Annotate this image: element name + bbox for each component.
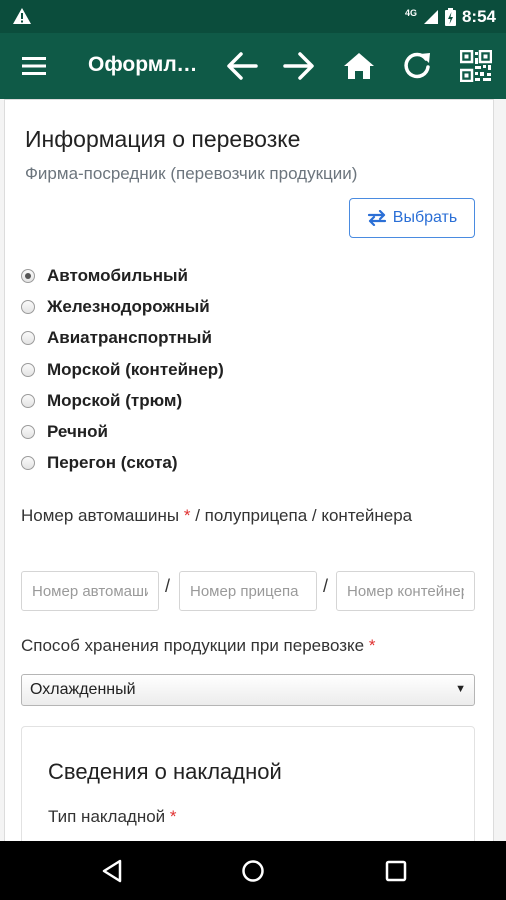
page-title: Оформление ВСД xyxy=(88,53,206,76)
qr-code-icon xyxy=(460,50,492,82)
radio-button[interactable] xyxy=(21,299,35,314)
input-separator: / xyxy=(165,576,171,596)
status-bar: 4G 8:54 xyxy=(0,0,506,33)
signal-icon xyxy=(423,10,438,24)
radio-option[interactable]: Морской (трюм) xyxy=(21,385,224,416)
dropdown-arrow-icon: ▼ xyxy=(455,683,466,695)
radio-option[interactable]: Морской (контейнер) xyxy=(21,354,224,385)
required-mark: * xyxy=(183,506,191,525)
radio-label: Морской (контейнер) xyxy=(47,359,224,379)
nav-back-button[interactable] xyxy=(96,855,128,887)
forward-button[interactable] xyxy=(280,48,318,84)
radio-button-selected[interactable] xyxy=(21,268,35,283)
refresh-button[interactable] xyxy=(398,48,436,84)
section-title: Информация о перевозке xyxy=(25,126,301,152)
container-number-input[interactable] xyxy=(336,571,475,611)
clock: 8:54 xyxy=(461,7,496,26)
arrow-left-icon xyxy=(227,52,258,80)
transport-info-card: Информация о перевозке Фирма-посредник (… xyxy=(4,99,494,841)
radio-button[interactable] xyxy=(21,456,35,471)
qr-code-button[interactable] xyxy=(457,48,495,84)
battery-icon xyxy=(444,8,456,26)
warning-icon xyxy=(13,8,31,24)
intermediary-label: Фирма-посредник (перевозчик продукции) xyxy=(25,164,358,183)
required-mark: * xyxy=(169,807,177,826)
storage-method-select[interactable]: Охлажденный ▼ xyxy=(21,674,475,706)
radio-label: Автомобильный xyxy=(47,265,188,285)
back-button[interactable] xyxy=(223,48,261,84)
vehicle-number-label: Номер автомашины * / полуприцепа / конте… xyxy=(21,500,461,532)
home-button[interactable] xyxy=(340,48,378,84)
radio-option[interactable]: Авиатранспортный xyxy=(21,323,224,354)
radio-option[interactable]: Автомобильный xyxy=(21,260,224,291)
radio-label: Морской (трюм) xyxy=(47,390,183,410)
storage-method-label: Способ хранения продукции при перевозке … xyxy=(21,636,375,656)
radio-button[interactable] xyxy=(21,362,35,377)
radio-label: Авиатранспортный xyxy=(47,328,212,348)
radio-label: Речной xyxy=(47,422,108,442)
radio-option[interactable]: Железнодорожный xyxy=(21,291,224,322)
radio-label: Железнодорожный xyxy=(47,296,210,316)
navigation-bar xyxy=(0,841,506,900)
main-content: Информация о перевозке Фирма-посредник (… xyxy=(0,99,506,841)
nav-home-button[interactable] xyxy=(237,855,269,887)
storage-selected-value: Охлажденный xyxy=(30,681,136,698)
trailer-number-input[interactable] xyxy=(179,571,317,611)
radio-button[interactable] xyxy=(21,393,35,408)
arrow-right-icon xyxy=(283,52,314,80)
radio-label: Перегон (скота) xyxy=(47,453,178,473)
choose-carrier-button[interactable]: Выбрать xyxy=(349,198,475,238)
choose-button-label: Выбрать xyxy=(392,209,458,226)
invoice-title: Сведения о накладной xyxy=(48,759,282,784)
radio-button[interactable] xyxy=(21,331,35,346)
vehicle-label-text: Номер автомашины xyxy=(21,506,180,525)
refresh-icon xyxy=(404,52,430,79)
input-separator: / xyxy=(323,576,329,596)
menu-icon[interactable] xyxy=(20,53,48,79)
required-mark: * xyxy=(368,636,376,655)
radio-option[interactable]: Речной xyxy=(21,416,224,447)
square-recents-icon xyxy=(385,860,407,882)
swap-icon xyxy=(367,210,386,226)
nav-recents-button[interactable] xyxy=(380,855,412,887)
invoice-card: Сведения о накладной Тип накладной * xyxy=(21,726,475,841)
car-number-input[interactable] xyxy=(21,571,159,611)
triangle-back-icon xyxy=(102,859,122,883)
home-icon xyxy=(344,53,374,79)
transport-type-group: Автомобильный Железнодорожный Авиатрансп… xyxy=(21,260,224,479)
circle-home-icon xyxy=(242,860,264,882)
app-toolbar: Оформление ВСД xyxy=(0,33,506,99)
network-type: 4G xyxy=(404,8,417,18)
invoice-type-text: Тип накладной xyxy=(48,807,166,826)
radio-option[interactable]: Перегон (скота) xyxy=(21,448,224,479)
invoice-type-label: Тип накладной * xyxy=(48,807,177,827)
storage-label-text: Способ хранения продукции при перевозке xyxy=(21,636,365,655)
radio-button[interactable] xyxy=(21,425,35,440)
vehicle-label-text-2: / полуприцепа / контейнера xyxy=(195,506,413,525)
